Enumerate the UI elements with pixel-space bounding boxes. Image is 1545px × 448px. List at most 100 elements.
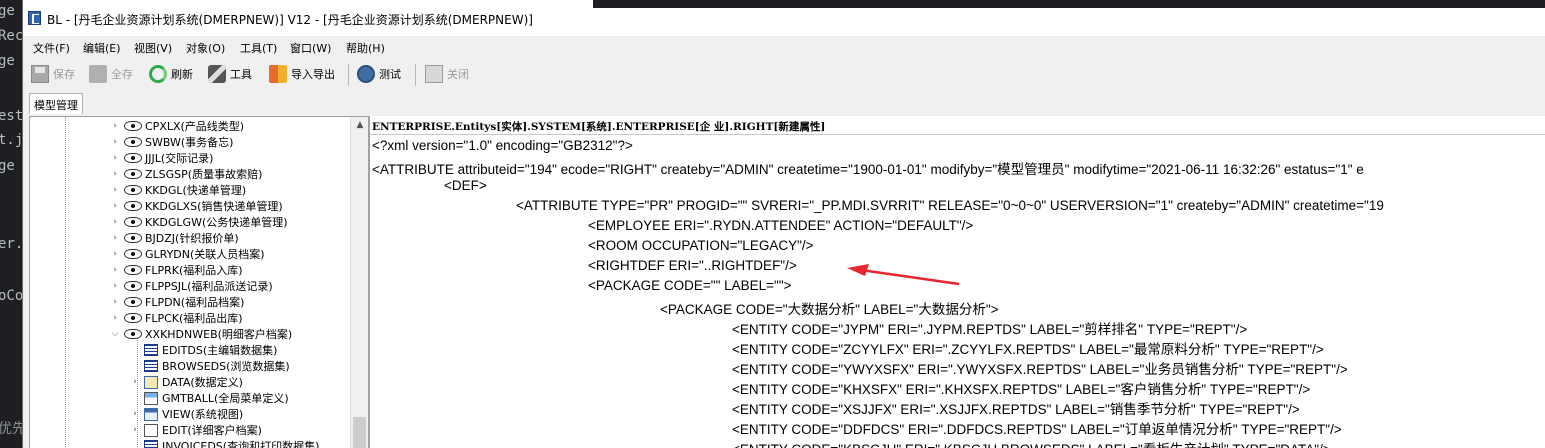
chevron-right-icon[interactable]: › (110, 169, 120, 179)
tree-node[interactable]: ⌵ XXKHDNWEB(明细客户档案) (110, 326, 293, 342)
chevron-right-icon[interactable]: › (130, 425, 140, 435)
background-code-fragment: ge (0, 3, 15, 19)
window-title: BL - [丹毛企业资源计划系统(DMERPNEW)] V12 - [丹毛企业资… (47, 13, 533, 27)
table-icon (144, 360, 158, 372)
background-code-fragment: Rec (0, 28, 24, 44)
scroll-up-arrow-icon[interactable]: ▲ (351, 117, 368, 133)
tab-model-management[interactable]: 模型管理 (29, 93, 83, 114)
menu-edit[interactable]: 编辑(E) (83, 40, 121, 56)
chevron-right-icon[interactable]: › (110, 153, 120, 163)
tools-button[interactable]: 工具 (208, 63, 252, 85)
xml-line: <PACKAGE CODE="大数据分析" LABEL="大数据分析"> (660, 302, 999, 317)
tree-node-label: FLPDN(福利品档案) (145, 296, 245, 309)
xml-line: <RIGHTDEF ERI="..RIGHTDEF"/> (588, 258, 797, 273)
save-icon (31, 65, 49, 83)
background-code-fragment: oCo (0, 288, 24, 304)
tree-node-label: ZLSGSP(质量事故索赔) (145, 168, 263, 181)
tree-node[interactable]: › KKDGLGW(公务快递单管理) (110, 214, 288, 230)
chevron-right-icon[interactable]: › (110, 265, 120, 275)
chevron-right-icon[interactable]: › (130, 409, 140, 419)
tree-node[interactable]: BROWSEDS(浏览数据集) (130, 358, 290, 374)
chevron-right-icon[interactable]: › (110, 185, 120, 195)
menu-tools[interactable]: 工具(T) (240, 40, 277, 56)
tree-node[interactable]: › VIEW(系统视图) (130, 406, 243, 422)
tree-scrollbar[interactable]: ▲ (350, 117, 368, 448)
chevron-right-icon[interactable]: › (110, 121, 120, 131)
tree-node[interactable]: EDITDS(主编辑数据集) (130, 342, 277, 358)
divider (370, 134, 1545, 135)
tree-node[interactable]: › FLPPSJL(福利品派送记录) (110, 278, 272, 294)
chevron-right-icon[interactable]: › (110, 313, 120, 323)
app-window: BL - [丹毛企业资源计划系统(DMERPNEW)] V12 - [丹毛企业资… (22, 0, 1545, 448)
eye-icon (124, 185, 142, 195)
tools-icon (208, 65, 226, 83)
eye-icon (124, 201, 142, 211)
eye-icon (124, 121, 142, 131)
tree-node[interactable]: › KKDGLXS(销售快递单管理) (110, 198, 282, 214)
chevron-right-icon[interactable]: › (110, 217, 120, 227)
tree-node[interactable]: › KKDGL(快递单管理) (110, 182, 246, 198)
chevron-right-icon[interactable]: › (110, 249, 120, 259)
tree-node[interactable]: › EDIT(详细客户档案) (130, 422, 262, 438)
background-code-fragment: ge (0, 158, 15, 174)
save-button[interactable]: 保存 (31, 63, 75, 85)
close-button[interactable]: 关闭 (425, 63, 469, 85)
chevron-right-icon[interactable]: › (110, 137, 120, 147)
menu-object[interactable]: 对象(O) (186, 40, 225, 56)
tree-node-label: FLPCK(福利品出库) (145, 312, 243, 325)
close-label: 关闭 (447, 68, 469, 81)
tree-node-label: XXKHDNWEB(明细客户档案) (145, 328, 293, 341)
tree-node[interactable]: › CPXLX(产品线类型) (110, 118, 244, 134)
tree-node[interactable]: › FLPRK(福利品入库) (110, 262, 242, 278)
menu-help[interactable]: 帮助(H) (346, 40, 385, 56)
import-export-button[interactable]: 导入导出 (269, 63, 335, 85)
xml-line: <ENTITY CODE="ZCYYLFX" ERI=".ZCYYLFX.REP… (732, 342, 1324, 357)
eye-icon (124, 233, 142, 243)
tree-node[interactable]: › FLPCK(福利品出库) (110, 310, 243, 326)
main-content: › CPXLX(产品线类型) › SWBW(事务备忘) › JJJL(交际记录) › ZLSG… (23, 114, 1545, 448)
toolbar: 保存 全存 刷新 工具 导入导出 测试 关闭 (23, 58, 1545, 90)
tree-node-label: KKDGLGW(公务快递单管理) (145, 216, 288, 229)
title-bar[interactable]: BL - [丹毛企业资源计划系统(DMERPNEW)] V12 - [丹毛企业资… (23, 0, 1545, 36)
tree-node[interactable]: › GLRYDN(关联人员档案) (110, 246, 264, 262)
edit-icon (144, 423, 158, 437)
scroll-thumb[interactable] (353, 417, 366, 448)
tree-node[interactable]: › BJDZJ(针织报价单) (110, 230, 238, 246)
test-icon (357, 65, 375, 83)
tree-node[interactable]: INVOICEDS(查询和打印数据集) (130, 438, 319, 448)
chevron-down-icon[interactable]: ⌵ (110, 329, 120, 339)
menu-file[interactable]: 文件(F) (33, 40, 70, 56)
tree-node[interactable]: › SWBW(事务备忘) (110, 134, 233, 150)
tree-node[interactable]: › DATA(数据定义) (130, 374, 243, 390)
chevron-right-icon[interactable]: › (110, 281, 120, 291)
chevron-right-icon[interactable]: › (110, 297, 120, 307)
eye-icon (124, 169, 142, 179)
menu-window[interactable]: 窗口(W) (290, 40, 331, 56)
chevron-right-icon[interactable]: › (130, 377, 140, 387)
tree-node[interactable]: › JJJL(交际记录) (110, 150, 213, 166)
eye-icon (124, 297, 142, 307)
tree-node-label: GMTBALL(全局菜单定义) (162, 392, 289, 405)
background-code-fragment: t.j (0, 132, 24, 148)
eye-icon (124, 153, 142, 163)
view-icon (144, 407, 158, 421)
menu-bar: 文件(F) 编辑(E) 视图(V) 对象(O) 工具(T) 窗口(W) 帮助(H… (23, 36, 1545, 58)
toolbar-separator (348, 64, 349, 86)
tree-node[interactable]: › ZLSGSP(质量事故索赔) (110, 166, 262, 182)
tree-node-label: DATA(数据定义) (162, 376, 243, 389)
save-all-button[interactable]: 全存 (89, 63, 133, 85)
tab-strip: 模型管理 (23, 90, 1545, 114)
chevron-right-icon[interactable]: › (110, 201, 120, 211)
refresh-button[interactable]: 刷新 (149, 63, 193, 85)
save-all-label: 全存 (111, 68, 133, 81)
xml-line: <EMPLOYEE ERI=".RYDN.ATTENDEE" ACTION="D… (588, 218, 974, 233)
table-icon (144, 440, 158, 448)
menu-view[interactable]: 视图(V) (134, 40, 172, 56)
tree-node-label: SWBW(事务备忘) (145, 136, 234, 149)
model-tree[interactable]: › CPXLX(产品线类型) › SWBW(事务备忘) › JJJL(交际记录) › ZLSG… (29, 116, 369, 448)
tree-node[interactable]: GMTBALL(全局菜单定义) (130, 390, 289, 406)
tree-node[interactable]: › FLPDN(福利品档案) (110, 294, 244, 310)
test-button[interactable]: 测试 (357, 63, 401, 85)
chevron-right-icon[interactable]: › (110, 233, 120, 243)
background-code-fragment: ge (0, 53, 15, 69)
